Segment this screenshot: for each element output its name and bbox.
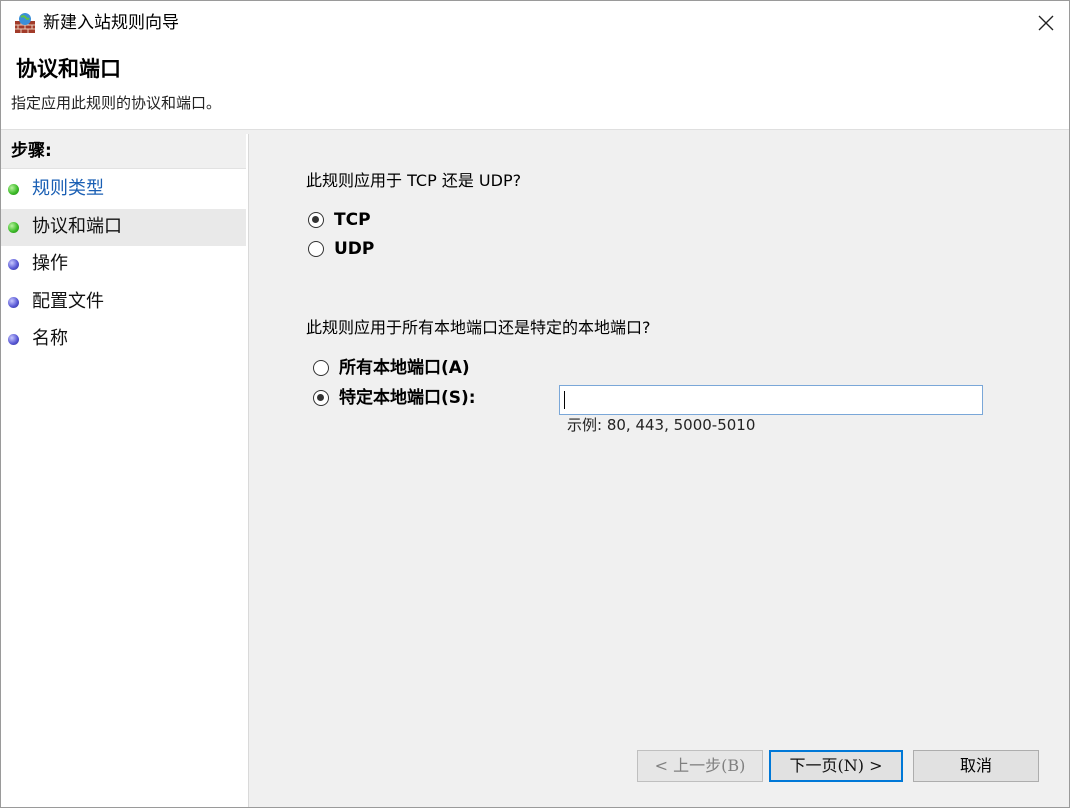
wizard-header: 协议和端口 指定应用此规则的协议和端口。 — [1, 45, 1069, 130]
page-subtitle: 指定应用此规则的协议和端口。 — [11, 94, 222, 112]
radio-specific-ports-label: 特定本地端口(S): — [339, 388, 476, 408]
radio-tcp[interactable]: TCP — [308, 210, 371, 230]
radio-all-local-ports[interactable]: 所有本地端口(A) — [313, 358, 470, 378]
firewall-icon — [15, 13, 35, 33]
ports-question: 此规则应用于所有本地端口还是特定的本地端口? — [306, 318, 651, 337]
back-button[interactable]: < 上一步(B) — [637, 750, 763, 782]
radio-checked-icon — [308, 212, 324, 228]
text-caret — [564, 391, 565, 409]
steps-heading: 步骤: — [1, 134, 246, 169]
step-action: 操作 — [1, 246, 246, 283]
step-profile: 配置文件 — [1, 284, 246, 321]
step-pending-icon — [8, 334, 19, 345]
close-icon — [1038, 15, 1054, 31]
page-title: 协议和端口 — [16, 57, 121, 81]
radio-checked-icon — [313, 390, 329, 406]
step-done-icon — [8, 184, 19, 195]
window-title: 新建入站规则向导 — [43, 13, 179, 33]
protocol-question: 此规则应用于 TCP 还是 UDP? — [306, 171, 522, 190]
step-pending-icon — [8, 297, 19, 308]
ports-example-hint: 示例: 80, 443, 5000-5010 — [567, 416, 756, 434]
step-label: 配置文件 — [32, 291, 104, 312]
radio-udp[interactable]: UDP — [308, 239, 374, 259]
steps-panel: 步骤: 规则类型 协议和端口 操作 配置文件 名称 — [1, 134, 249, 807]
title-bar: 新建入站规则向导 — [1, 1, 1069, 45]
radio-udp-label: UDP — [334, 239, 375, 259]
radio-specific-local-ports[interactable]: 特定本地端口(S): — [313, 388, 476, 408]
close-button[interactable] — [1023, 1, 1069, 45]
step-label: 操作 — [32, 253, 68, 274]
radio-tcp-label: TCP — [334, 210, 371, 230]
step-current-icon — [8, 222, 19, 233]
step-pending-icon — [8, 259, 19, 270]
step-name: 名称 — [1, 321, 246, 358]
next-button[interactable]: 下一页(N) > — [769, 750, 903, 782]
radio-all-ports-label: 所有本地端口(A) — [339, 358, 470, 378]
wizard-window: 新建入站规则向导 协议和端口 指定应用此规则的协议和端口。 步骤: 规则类型 协… — [0, 0, 1070, 808]
cancel-button[interactable]: 取消 — [913, 750, 1039, 782]
step-label: 名称 — [32, 328, 68, 349]
main-content: 此规则应用于 TCP 还是 UDP? TCP UDP 此规则应用于所有本地端口还… — [253, 134, 1069, 807]
step-protocol-and-ports[interactable]: 协议和端口 — [1, 209, 246, 246]
specific-ports-input[interactable] — [559, 385, 983, 415]
radio-unchecked-icon — [308, 241, 324, 257]
steps-heading-label: 步骤: — [11, 141, 52, 161]
step-label: 协议和端口 — [32, 216, 122, 237]
step-label: 规则类型 — [32, 178, 104, 199]
radio-unchecked-icon — [313, 360, 329, 376]
step-rule-type[interactable]: 规则类型 — [1, 171, 246, 208]
